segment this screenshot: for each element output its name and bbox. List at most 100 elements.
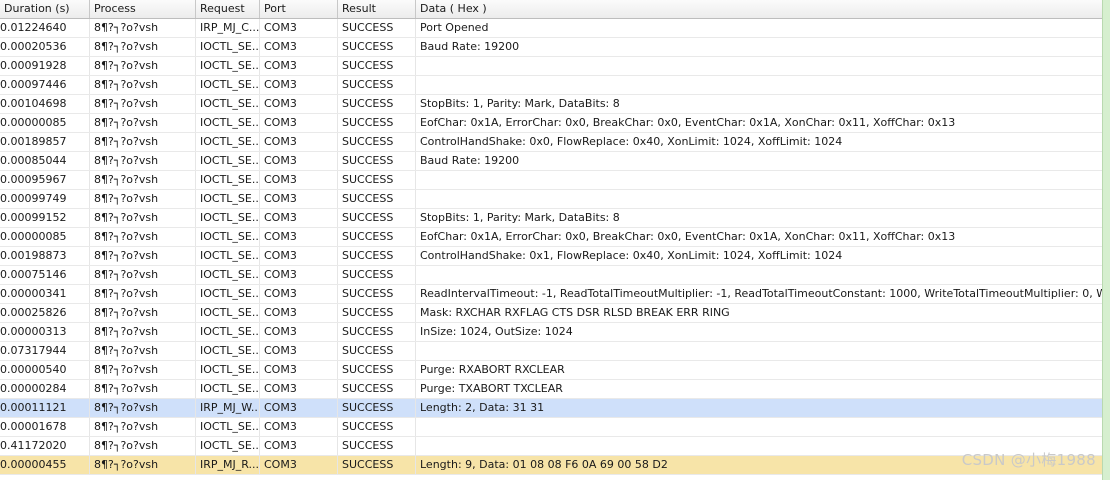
column-header-request[interactable]: Request: [196, 0, 260, 18]
column-header-result[interactable]: Result: [338, 0, 416, 18]
cell-data: [416, 266, 1102, 284]
cell-duration: 0.00091928: [0, 57, 90, 75]
table-row[interactable]: 0.00104698 8¶?┐?o?vsh IOCTL_SE... COM3 SUCCE…: [0, 95, 1102, 114]
table-row[interactable]: 0.00000455 8¶?┐?o?vsh IRP_MJ_R... COM3 SUCCE…: [0, 456, 1102, 475]
cell-result: SUCCESS: [338, 361, 416, 379]
cell-result: SUCCESS: [338, 152, 416, 170]
table-row[interactable]: 0.00099749 8¶?┐?o?vsh IOCTL_SE... COM3 SUCCE…: [0, 190, 1102, 209]
table-row[interactable]: 0.00020536 8¶?┐?o?vsh IOCTL_SE... COM3 SUCCE…: [0, 38, 1102, 57]
cell-result: SUCCESS: [338, 76, 416, 94]
cell-duration: 0.00097446: [0, 76, 90, 94]
cell-process: 8¶?┐?o?vsh: [90, 247, 196, 265]
cell-duration: 0.00020536: [0, 38, 90, 56]
cell-result: SUCCESS: [338, 266, 416, 284]
table-row[interactable]: 0.00198873 8¶?┐?o?vsh IOCTL_SE... COM3 SUCCE…: [0, 247, 1102, 266]
cell-process: 8¶?┐?o?vsh: [90, 437, 196, 455]
cell-duration: 0.01224640: [0, 19, 90, 37]
column-header-duration[interactable]: Duration (s): [0, 0, 90, 18]
cell-process: 8¶?┐?o?vsh: [90, 114, 196, 132]
cell-duration: 0.00001678: [0, 418, 90, 436]
column-header-row: Duration (s) Process Request Port Result…: [0, 0, 1102, 19]
cell-data: Length: 2, Data: 31 31: [420, 401, 545, 414]
cell-process: 8¶?┐?o?vsh: [90, 57, 196, 75]
cell-data: ControlHandShake: 0x0, FlowReplace: 0x40…: [420, 135, 843, 148]
cell-request: IOCTL_SE...: [196, 152, 260, 170]
cell-duration: 0.00099152: [0, 209, 90, 227]
table-row[interactable]: 0.00095967 8¶?┐?o?vsh IOCTL_SE... COM3 SUCCE…: [0, 171, 1102, 190]
table-row[interactable]: 0.07317944 8¶?┐?o?vsh IOCTL_SE... COM3 SUCCE…: [0, 342, 1102, 361]
cell-port: COM3: [260, 361, 338, 379]
cell-port: COM3: [260, 133, 338, 151]
table-row[interactable]: 0.00000540 8¶?┐?o?vsh IOCTL_SE... COM3 SUCCE…: [0, 361, 1102, 380]
cell-port: COM3: [260, 95, 338, 113]
table-row[interactable]: 0.00000085 8¶?┐?o?vsh IOCTL_SE... COM3 SUCCE…: [0, 228, 1102, 247]
cell-data: ReadIntervalTimeout: -1, ReadTotalTimeou…: [420, 287, 1102, 300]
cell-process: 8¶?┐?o?vsh: [90, 285, 196, 303]
column-header-process[interactable]: Process: [90, 0, 196, 18]
cell-process: 8¶?┐?o?vsh: [90, 209, 196, 227]
cell-port: COM3: [260, 209, 338, 227]
cell-result: SUCCESS: [338, 133, 416, 151]
table-row[interactable]: 0.00097446 8¶?┐?o?vsh IOCTL_SE... COM3 SUCCE…: [0, 76, 1102, 95]
cell-duration: 0.00104698: [0, 95, 90, 113]
cell-result: SUCCESS: [338, 399, 416, 417]
table-row[interactable]: 0.00000284 8¶?┐?o?vsh IOCTL_SE... COM3 SUCCE…: [0, 380, 1102, 399]
cell-duration: 0.00095967: [0, 171, 90, 189]
cell-result: SUCCESS: [338, 171, 416, 189]
cell-process: 8¶?┐?o?vsh: [90, 342, 196, 360]
cell-result: SUCCESS: [338, 19, 416, 37]
cell-port: COM3: [260, 304, 338, 322]
cell-request: IOCTL_SE...: [196, 285, 260, 303]
table-row[interactable]: 0.00000313 8¶?┐?o?vsh IOCTL_SE... COM3 SUCCE…: [0, 323, 1102, 342]
cell-request: IOCTL_SE...: [196, 133, 260, 151]
cell-data: EofChar: 0x1A, ErrorChar: 0x0, BreakChar…: [420, 116, 956, 129]
cell-data: StopBits: 1, Parity: Mark, DataBits: 8: [420, 97, 620, 110]
cell-process: 8¶?┐?o?vsh: [90, 399, 196, 417]
cell-duration: 0.00011121: [0, 399, 90, 417]
cell-data: Baud Rate: 19200: [420, 154, 520, 167]
cell-process: 8¶?┐?o?vsh: [90, 38, 196, 56]
table-row[interactable]: 0.00001678 8¶?┐?o?vsh IOCTL_SE... COM3 SUCCE…: [0, 418, 1102, 437]
cell-data: StopBits: 1, Parity: Mark, DataBits: 8: [420, 211, 620, 224]
cell-port: COM3: [260, 228, 338, 246]
cell-request: IOCTL_SE...: [196, 190, 260, 208]
cell-duration: 0.41172020: [0, 437, 90, 455]
cell-duration: 0.00000085: [0, 228, 90, 246]
table-row[interactable]: 0.00011121 8¶?┐?o?vsh IRP_MJ_W... COM3 SUCCE…: [0, 399, 1102, 418]
table-row[interactable]: 0.00085044 8¶?┐?o?vsh IOCTL_SE... COM3 SUCCE…: [0, 152, 1102, 171]
table-row[interactable]: 0.00025826 8¶?┐?o?vsh IOCTL_SE... COM3 SUCCE…: [0, 304, 1102, 323]
cell-duration: 0.00000455: [0, 456, 90, 474]
cell-data: Purge: RXABORT RXCLEAR: [420, 363, 565, 376]
cell-result: SUCCESS: [338, 228, 416, 246]
cell-request: IOCTL_SE...: [196, 304, 260, 322]
table-row[interactable]: 0.00189857 8¶?┐?o?vsh IOCTL_SE... COM3 SUCCE…: [0, 133, 1102, 152]
cell-process: 8¶?┐?o?vsh: [90, 323, 196, 341]
table-row[interactable]: 0.00091928 8¶?┐?o?vsh IOCTL_SE... COM3 SUCCE…: [0, 57, 1102, 76]
table-row[interactable]: 0.00099152 8¶?┐?o?vsh IOCTL_SE... COM3 SUCCE…: [0, 209, 1102, 228]
table-row[interactable]: 0.00000085 8¶?┐?o?vsh IOCTL_SE... COM3 SUCCE…: [0, 114, 1102, 133]
table-row[interactable]: 0.00000341 8¶?┐?o?vsh IOCTL_SE... COM3 SUCCE…: [0, 285, 1102, 304]
column-header-data[interactable]: Data ( Hex ): [416, 0, 1102, 18]
cell-data: InSize: 1024, OutSize: 1024: [420, 325, 573, 338]
cell-request: IOCTL_SE...: [196, 38, 260, 56]
cell-result: SUCCESS: [338, 285, 416, 303]
scrollbar-track[interactable]: [1102, 0, 1110, 480]
cell-duration: 0.00000313: [0, 323, 90, 341]
cell-process: 8¶?┐?o?vsh: [90, 418, 196, 436]
table-row[interactable]: 0.01224640 8¶?┐?o?vsh IRP_MJ_C... COM3 SUCCE…: [0, 19, 1102, 38]
table-row[interactable]: 0.41172020 8¶?┐?o?vsh IOCTL_SE... COM3 SUCCE…: [0, 437, 1102, 456]
cell-port: COM3: [260, 285, 338, 303]
cell-port: COM3: [260, 152, 338, 170]
cell-process: 8¶?┐?o?vsh: [90, 19, 196, 37]
column-header-port[interactable]: Port: [260, 0, 338, 18]
cell-process: 8¶?┐?o?vsh: [90, 228, 196, 246]
cell-port: COM3: [260, 342, 338, 360]
watermark: CSDN @小梅1988: [961, 451, 1096, 469]
table-row[interactable]: 0.00075146 8¶?┐?o?vsh IOCTL_SE... COM3 SUCCE…: [0, 266, 1102, 285]
cell-result: SUCCESS: [338, 190, 416, 208]
cell-result: SUCCESS: [338, 114, 416, 132]
cell-request: IOCTL_SE...: [196, 247, 260, 265]
cell-process: 8¶?┐?o?vsh: [90, 190, 196, 208]
cell-request: IOCTL_SE...: [196, 95, 260, 113]
cell-request: IOCTL_SE...: [196, 228, 260, 246]
